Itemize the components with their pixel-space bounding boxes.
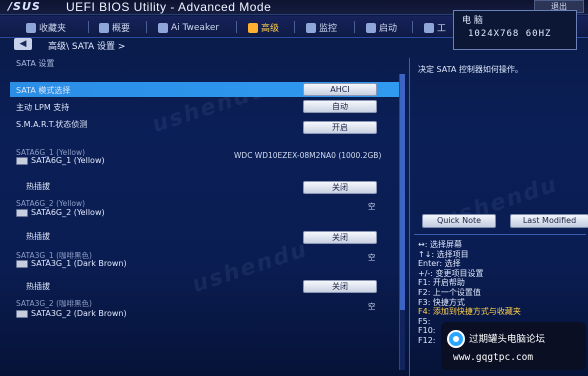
key-item: F3: 快捷方式 <box>418 297 465 307</box>
settings-scrollbar[interactable] <box>399 74 405 370</box>
menu-overview[interactable]: 概要 <box>99 20 130 35</box>
settings-pane: SATA 模式选择 AHCI 主动 LPM 支持 自动 S.M.A.R.T.状态… <box>10 74 400 374</box>
sata-mode-select[interactable]: AHCI <box>303 83 377 96</box>
drive-icon <box>16 208 28 217</box>
key-item: F2: 上一个设置值 <box>418 287 481 297</box>
port-device-info: WDC WD10EZEX-08M2NA0 (1000.2GB) <box>234 151 382 160</box>
setting-label: S.M.A.R.T.状态侦测 <box>16 120 88 129</box>
port-header: SATA6G_2 (Yellow) <box>16 199 86 208</box>
port-device-info: 空 <box>368 202 376 211</box>
drive-icon <box>16 259 28 268</box>
hotplug-select[interactable]: 关闭 <box>303 280 377 293</box>
star-icon <box>26 22 36 33</box>
port-device-info: 空 <box>368 302 376 311</box>
lpm-select[interactable]: 自动 <box>303 100 377 113</box>
forum-url: www.gqgtpc.com <box>453 352 534 363</box>
divider <box>414 234 586 235</box>
forum-logo-icon <box>447 330 465 348</box>
hotplug-select[interactable]: 关闭 <box>303 181 377 194</box>
hotplug-label: 热插拔 <box>26 182 50 191</box>
menu-advanced[interactable]: 高级 <box>248 20 279 35</box>
section-title: SATA 设置 <box>16 59 55 68</box>
key-item: ↑↓: 选择项目 <box>418 249 469 259</box>
advanced-icon <box>248 22 258 33</box>
hotplug-label: 热插拔 <box>26 282 50 291</box>
menu-label: 概要 <box>112 24 131 34</box>
forum-name: 过期罐头电脑论坛 <box>469 334 546 345</box>
scroll-thumb[interactable] <box>400 74 405 310</box>
menu-label: Ai Tweaker <box>171 22 220 33</box>
tweaker-icon <box>158 22 168 33</box>
menu-boot[interactable]: 启动 <box>366 20 397 35</box>
asus-logo: /SUS <box>8 0 41 13</box>
port-name[interactable]: SATA3G_1 (Dark Brown) <box>16 259 127 268</box>
menu-favorites[interactable]: 收藏夹 <box>26 20 66 35</box>
key-item: F4: 添加到快捷方式与收藏夹 <box>418 307 521 317</box>
port-name-text: SATA3G_2 (Dark Brown) <box>31 309 127 318</box>
quick-note-button[interactable]: Quick Note <box>422 214 496 228</box>
port-name[interactable]: SATA3G_2 (Dark Brown) <box>16 309 127 318</box>
power-icon <box>366 22 376 33</box>
breadcrumb: 高级\ SATA 设置 > <box>48 42 126 52</box>
hotplug-label: 热插拔 <box>26 232 50 241</box>
help-description: 决定 SATA 控制器如何操作。 <box>418 65 523 74</box>
port-device-info: 空 <box>368 253 376 262</box>
list-icon <box>99 22 109 33</box>
key-item: F1: 开启帮助 <box>418 278 465 288</box>
drive-icon <box>16 156 28 165</box>
monitor-icon <box>306 22 316 33</box>
hotplug-select[interactable]: 关闭 <box>303 231 377 244</box>
menu-label: 高级 <box>261 24 280 34</box>
key-item: +/-: 变更项目设置 <box>418 268 484 278</box>
forum-badge: 过期罐头电脑论坛 www.gqgtpc.com <box>441 322 586 370</box>
menu-ai-tweaker[interactable]: Ai Tweaker <box>158 20 219 35</box>
bios-screen: ushendu ushendu ushendu /SUS UEFI BIOS U… <box>0 0 588 376</box>
smart-select[interactable]: 开启 <box>303 121 377 134</box>
last-modified-button[interactable]: Last Modified <box>510 214 588 228</box>
tool-icon <box>424 22 434 33</box>
port-name-text: SATA6G_1 (Yellow) <box>31 156 105 165</box>
resolution-overlay: 电 脑 1024X768 60HZ <box>453 10 577 50</box>
key-item: ↔: 选择屏幕 <box>418 240 462 249</box>
port-name[interactable]: SATA6G_2 (Yellow) <box>16 208 105 217</box>
port-name-text: SATA3G_1 (Dark Brown) <box>31 259 127 268</box>
setting-label: 主动 LPM 支持 <box>16 103 70 112</box>
menu-label: 监控 <box>319 24 338 34</box>
overlay-label: 电 脑 <box>462 16 483 26</box>
menu-monitor[interactable]: 监控 <box>306 20 337 35</box>
port-name[interactable]: SATA6G_1 (Yellow) <box>16 156 105 165</box>
port-header: SATA3G_2 (咖啡黑色) <box>16 299 92 308</box>
window-title: UEFI BIOS Utility - Advanced Mode <box>66 0 272 14</box>
key-item: Enter: 选择 <box>418 259 461 269</box>
setting-label: SATA 模式选择 <box>16 86 71 95</box>
menu-label: 收藏夹 <box>39 24 67 34</box>
drive-icon <box>16 309 28 318</box>
back-button[interactable]: ◀ <box>14 38 32 50</box>
resolution-value: 1024X768 60HZ <box>468 29 552 39</box>
menu-label: 工 <box>437 24 447 34</box>
port-name-text: SATA6G_2 (Yellow) <box>31 208 105 217</box>
menu-tool[interactable]: 工 <box>424 20 446 35</box>
menu-label: 启动 <box>379 24 398 34</box>
